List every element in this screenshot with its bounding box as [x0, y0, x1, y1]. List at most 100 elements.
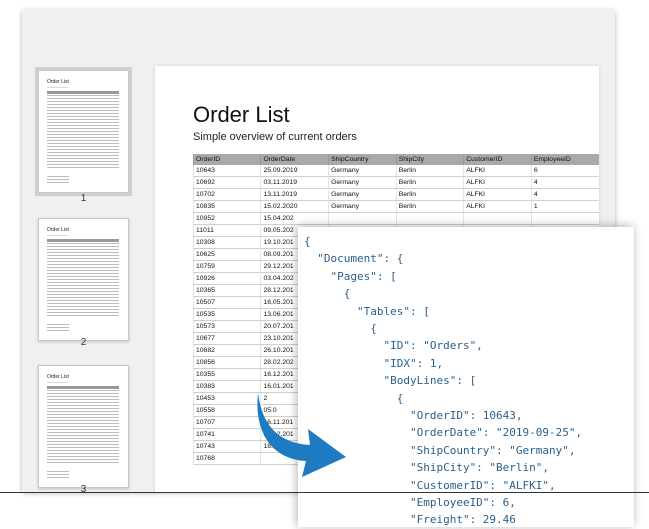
- thumbnail-row-line: [47, 167, 119, 168]
- table-cell: Berlin: [395, 165, 464, 177]
- thumbnail-row-line: [47, 155, 119, 156]
- thumbnail-row-line: [47, 288, 119, 289]
- thumbnail-row-line: [47, 258, 119, 259]
- table-cell: ALFKI: [463, 165, 532, 177]
- thumbnail-row-line: [47, 119, 119, 120]
- thumbnail-row-line: [47, 414, 119, 415]
- thumbnail-row-line: [47, 297, 119, 298]
- page-subtitle: Simple overview of current orders: [193, 131, 357, 143]
- thumbnail-row-line: [47, 300, 119, 301]
- thumbnail-row-line: [47, 98, 119, 99]
- thumbnail-row-line: [47, 435, 119, 436]
- table-cell: 25.09.2019: [260, 165, 329, 177]
- column-header: ShipCountry: [328, 154, 397, 165]
- thumbnail-row-line: [47, 143, 119, 144]
- thumbnail-row-line: [47, 408, 119, 409]
- thumbnail-row-line: [47, 285, 119, 286]
- table-cell: 15.02.2020: [260, 200, 329, 213]
- thumbnail-footer-line: [47, 477, 69, 478]
- table-cell: 10692: [192, 176, 261, 189]
- json-line: "Pages": [: [304, 269, 397, 283]
- thumbnail-table-preview: [47, 91, 119, 170]
- thumbnail-footer-line: [47, 182, 69, 183]
- table-cell: Berlin: [395, 176, 464, 189]
- table-cell: Berlin: [395, 188, 464, 201]
- table-cell: 13.11.2019: [260, 188, 329, 201]
- thumbnail-row-line: [47, 134, 119, 135]
- thumbnail-row-line: [47, 459, 119, 460]
- thumbnail-row-line: [47, 303, 119, 304]
- table-cell: [463, 212, 532, 225]
- table-cell: Germany: [328, 200, 397, 213]
- table-cell: 03.11.2019: [260, 176, 329, 189]
- thumbnail-footer-line: [47, 474, 69, 475]
- thumbnail-row-line: [47, 152, 119, 153]
- page-thumbnail-2[interactable]: Order List ──────────: [38, 218, 129, 341]
- page-title: Order List: [193, 102, 290, 127]
- thumbnail-row-line: [47, 462, 119, 463]
- table-cell: 10365: [192, 284, 261, 297]
- thumbnail-row-line: [47, 411, 119, 412]
- thumbnail-row-line: [47, 396, 119, 397]
- table-cell: 10355: [192, 368, 261, 381]
- thumbnail-row-line: [47, 393, 119, 394]
- json-line: {: [304, 235, 311, 248]
- thumbnail-row-line: [47, 101, 119, 102]
- thumbnail-table-preview: [47, 386, 119, 465]
- json-line: "ID": "Orders",: [304, 339, 483, 353]
- thumbnail-row-line: [47, 282, 119, 283]
- table-cell: 10702: [192, 188, 261, 201]
- json-line: {: [304, 322, 377, 335]
- thumbnail-row-line: [47, 261, 119, 262]
- page-thumbnail-1[interactable]: Order List ──────────: [35, 67, 132, 196]
- thumbnail-row-line: [47, 426, 119, 427]
- table-cell: 10643: [192, 165, 261, 177]
- table-header-row: OrderID OrderDate ShipCountry ShipCity Custo…: [192, 154, 599, 165]
- thumbnail-row-line: [47, 243, 119, 244]
- thumbnail-row-line: [47, 255, 119, 256]
- table-cell: 10625: [192, 248, 261, 261]
- table-cell: Germany: [328, 188, 397, 201]
- table-cell: 6: [530, 165, 599, 177]
- json-output-popup: { "Document": { "Pages": [ { "Tables": […: [298, 227, 634, 527]
- table-cell: 10308: [192, 236, 261, 249]
- thumbnail-header-bar: [47, 386, 119, 389]
- column-header: ShipCity: [395, 154, 464, 165]
- thumbnail-subtitle-lines: ──────────: [47, 233, 69, 237]
- table-cell: 10535: [192, 308, 261, 321]
- thumbnail-row-line: [47, 423, 119, 424]
- table-cell: [530, 212, 599, 225]
- thumbnail-page-number: 1: [80, 193, 87, 204]
- thumbnail-row-line: [47, 291, 119, 292]
- table-cell: [328, 212, 397, 225]
- thumbnail-row-line: [47, 267, 119, 268]
- thumbnail-row-line: [47, 432, 119, 433]
- thumbnail-row-line: [47, 273, 119, 274]
- json-line: {: [304, 287, 351, 301]
- json-line: "EmployeeID": 6,: [304, 496, 516, 509]
- table-cell: 4: [530, 188, 599, 201]
- thumbnail-row-line: [47, 137, 119, 138]
- table-cell: 15.04.202: [260, 212, 329, 225]
- thumbnail-row-line: [47, 110, 119, 111]
- thumbnail-row-line: [47, 104, 119, 105]
- thumbnail-row-line: [47, 390, 119, 391]
- thumbnail-table-preview: [47, 239, 119, 318]
- table-cell: [395, 212, 464, 225]
- thumbnail-row-line: [47, 306, 119, 307]
- thumbnail-row-line: [47, 402, 119, 403]
- table-cell: 10835: [192, 200, 261, 213]
- table-cell: 10759: [192, 260, 261, 273]
- thumbnail-row-line: [47, 146, 119, 147]
- thumbnail-row-line: [47, 131, 119, 132]
- json-line: "Freight": 29.46: [304, 513, 516, 527]
- page-thumbnail-3[interactable]: Order List ──────────: [38, 365, 129, 488]
- table-row: 10952 15.04.202: [192, 212, 599, 225]
- table-cell: 1: [530, 200, 599, 213]
- thumbnail-row-line: [47, 116, 119, 117]
- thumbnail-footer-line: [47, 324, 69, 325]
- thumbnail-row-line: [47, 312, 119, 313]
- thumbnail-row-line: [47, 270, 119, 271]
- thumbnail-row-line: [47, 249, 119, 250]
- table-cell: 10677: [192, 332, 261, 345]
